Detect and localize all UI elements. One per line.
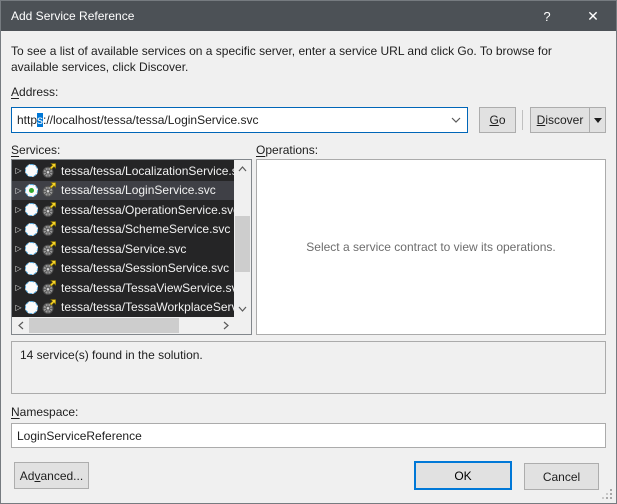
cancel-button[interactable]: Cancel: [524, 463, 599, 490]
tree-row[interactable]: ▷ tessa/tessa/SchemeService.svc: [12, 220, 234, 240]
service-sphere-icon: [25, 281, 38, 294]
service-sphere-icon: [25, 301, 38, 314]
scroll-up-icon[interactable]: [234, 160, 251, 177]
services-label: Services:: [11, 143, 60, 157]
resize-grip-icon[interactable]: [602, 489, 613, 500]
scroll-right-icon[interactable]: [217, 317, 234, 334]
operations-placeholder: Select a service contract to view its op…: [306, 240, 555, 254]
tree-row[interactable]: ▷ tessa/tessa/LocalizationService.svc: [12, 161, 234, 181]
address-combobox[interactable]: https://localhost/tessa/tessa/LoginServi…: [11, 107, 468, 133]
address-label: Address:: [11, 85, 58, 99]
operations-panel[interactable]: Select a service contract to view its op…: [256, 159, 606, 335]
services-tree[interactable]: ▷ tessa/tessa/LocalizationService.svc ▷: [12, 160, 234, 317]
tree-row[interactable]: ▷ tessa/tessa/OperationService.svc: [12, 200, 234, 220]
address-value: https://localhost/tessa/tessa/LoginServi…: [12, 113, 445, 127]
service-sphere-icon: [25, 223, 38, 236]
expander-icon[interactable]: ▷: [12, 264, 25, 273]
service-name: tessa/tessa/TessaViewService.svc: [61, 281, 234, 295]
service-sphere-icon: [25, 184, 38, 197]
advanced-button[interactable]: Advanced...: [14, 462, 89, 489]
services-list: ▷ tessa/tessa/LocalizationService.svc ▷: [11, 159, 252, 335]
toolbar-separator: [522, 110, 523, 130]
discover-button[interactable]: Discover: [530, 107, 590, 133]
namespace-input[interactable]: [11, 423, 606, 448]
titlebar: Add Service Reference ? ✕: [1, 1, 616, 31]
expander-icon[interactable]: ▷: [12, 303, 25, 312]
scroll-left-icon[interactable]: [12, 317, 29, 334]
tree-row[interactable]: ▷ tessa/tessa/Service.svc: [12, 239, 234, 259]
tree-row[interactable]: ▷ tessa/tessa/TessaViewService.svc: [12, 278, 234, 298]
namespace-label: Namespace:: [11, 405, 78, 419]
service-name: tessa/tessa/SessionService.svc: [61, 261, 229, 275]
expander-icon[interactable]: ▷: [12, 166, 25, 175]
tree-row[interactable]: ▷ tessa/tessa/TessaWorkplaceService.svc: [12, 298, 234, 318]
scrollbar-corner: [234, 317, 251, 334]
service-sphere-icon: [25, 262, 38, 275]
scroll-down-icon[interactable]: [234, 300, 251, 317]
expander-icon[interactable]: ▷: [12, 283, 25, 292]
status-box: 14 service(s) found in the solution.: [11, 341, 606, 394]
close-button[interactable]: ✕: [576, 1, 610, 31]
intro-text: To see a list of available services on a…: [11, 43, 599, 75]
wcf-service-icon: [41, 280, 57, 296]
wcf-service-icon: [41, 241, 57, 257]
wcf-service-icon: [41, 202, 57, 218]
go-button[interactable]: Go: [479, 107, 516, 133]
service-sphere-icon: [25, 203, 38, 216]
expander-icon[interactable]: ▷: [12, 225, 25, 234]
wcf-service-icon: [41, 182, 57, 198]
expander-icon[interactable]: ▷: [12, 244, 25, 253]
horizontal-scroll-thumb[interactable]: [29, 318, 179, 333]
wcf-service-icon: [41, 221, 57, 237]
wcf-service-icon: [41, 299, 57, 315]
service-sphere-icon: [25, 242, 38, 255]
chevron-down-icon[interactable]: [445, 108, 467, 132]
service-name: tessa/tessa/OperationService.svc: [61, 203, 234, 217]
wcf-service-icon: [41, 163, 57, 179]
service-name: tessa/tessa/Service.svc: [61, 242, 186, 256]
vertical-scrollbar[interactable]: [234, 160, 251, 317]
status-message: 14 service(s) found in the solution.: [20, 348, 203, 362]
vertical-scroll-thumb[interactable]: [235, 216, 250, 272]
expander-icon[interactable]: ▷: [12, 205, 25, 214]
service-name: tessa/tessa/LocalizationService.svc: [61, 164, 234, 178]
expander-icon[interactable]: ▷: [12, 186, 25, 195]
service-name: tessa/tessa/SchemeService.svc: [61, 222, 230, 236]
add-service-reference-dialog: Add Service Reference ? ✕ To see a list …: [0, 0, 617, 504]
discover-dropdown-button[interactable]: [589, 107, 606, 133]
window-title: Add Service Reference: [11, 9, 134, 23]
tree-row[interactable]: ▷ tessa/tessa/LoginService.svc: [12, 181, 234, 201]
service-name: tessa/tessa/LoginService.svc: [61, 183, 216, 197]
horizontal-scrollbar[interactable]: [12, 317, 234, 334]
wcf-service-icon: [41, 260, 57, 276]
service-name: tessa/tessa/TessaWorkplaceService.svc: [61, 300, 234, 314]
tree-row[interactable]: ▷ tessa/tessa/SessionService.svc: [12, 259, 234, 279]
ok-button[interactable]: OK: [414, 461, 512, 490]
help-button[interactable]: ?: [530, 1, 564, 31]
service-sphere-icon: [25, 164, 38, 177]
operations-label: Operations:: [256, 143, 318, 157]
